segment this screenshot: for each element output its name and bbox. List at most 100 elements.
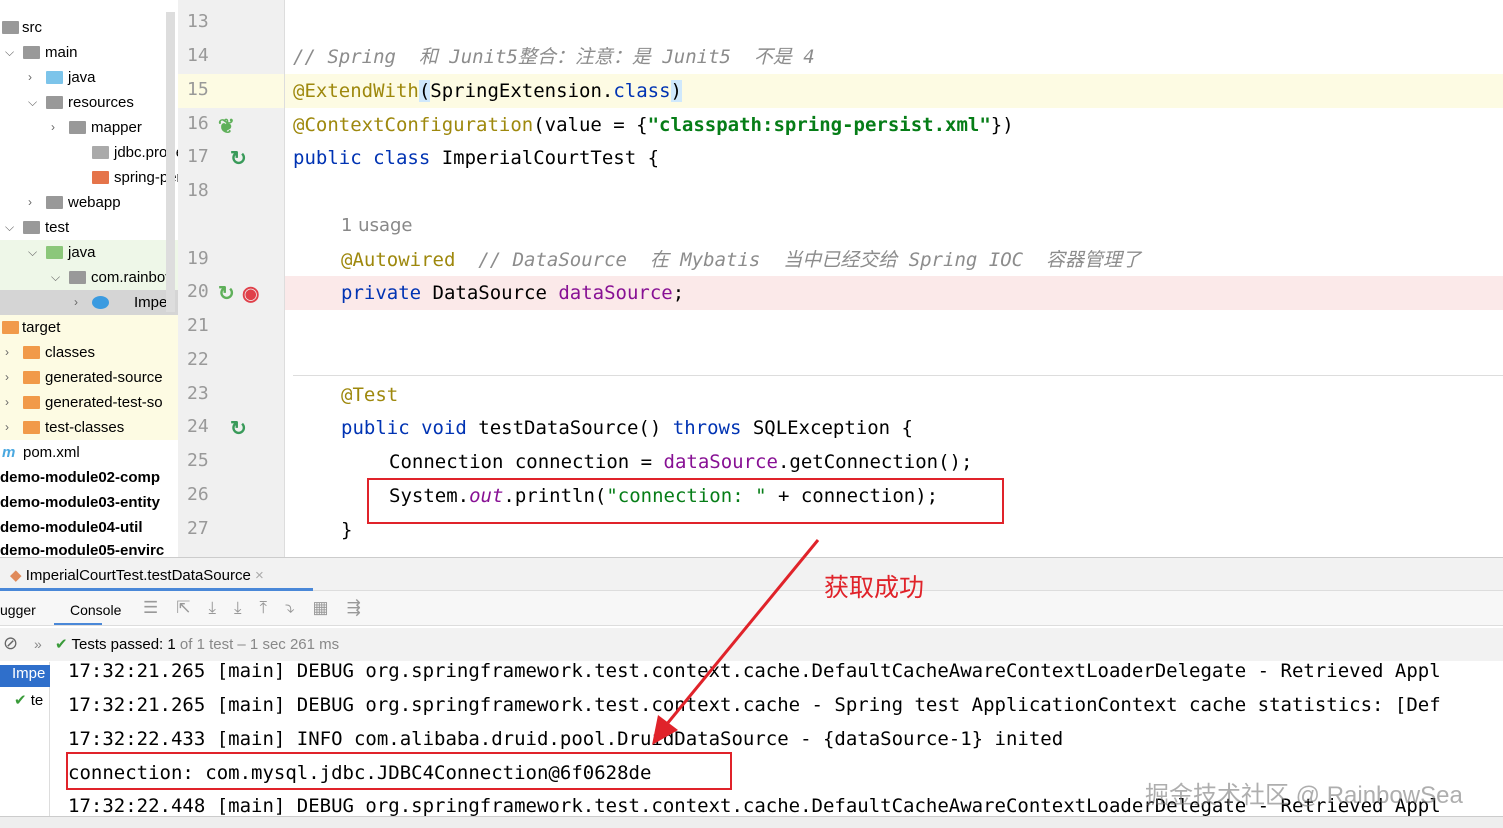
tree-item[interactable]: ⌵ resources [0,90,178,115]
code-line-20: private DataSource dataSource; [341,282,685,304]
tree-item[interactable]: › generated-source [0,365,178,390]
tree-item[interactable]: › test-classes [0,415,178,440]
tree-item-label: classes [45,344,96,361]
tree-item[interactable]: m pom.xml [0,440,178,465]
line-number[interactable]: 24 [187,416,209,437]
chevron-down-icon[interactable]: ⌵ [51,265,63,290]
close-tab-icon[interactable]: × [255,567,264,584]
navigate-icon[interactable]: ↻ [218,281,235,306]
watermark: 掘金技术社区 @ RainbowSea [1145,782,1463,809]
tree-item[interactable]: › java [0,65,178,90]
folder-icon [46,196,63,209]
code-line-24: public void testDataSource() throws SQLE… [341,417,913,439]
tree-item-label: main [45,44,78,61]
line-number[interactable]: 22 [187,349,209,370]
line-number[interactable]: 18 [187,180,209,201]
tree-item[interactable]: demo-module05-envirc [0,538,178,557]
tree-item[interactable]: ⌵ test [0,215,178,240]
tree-item[interactable]: ⌵ main [0,40,178,65]
folder-icon [23,221,40,234]
line-number[interactable]: 27 [187,518,209,539]
tree-item-label: target [22,319,61,336]
tree-item-label: com.rainbov [91,269,173,286]
tab-console[interactable]: Console [70,602,121,618]
stop-icon[interactable]: ⊘ [3,633,18,654]
expand-icon[interactable]: » [34,636,42,652]
line-number[interactable]: 26 [187,484,209,505]
code-line-27: } [341,519,353,541]
project-tree[interactable]: demo-module01-web src ⌵ main › java ⌵ resources… [0,0,178,557]
tree-item[interactable]: ⌵ java [0,240,178,265]
chevron-right-icon[interactable]: › [51,115,63,140]
line-number[interactable]: 25 [187,450,209,471]
folder-icon [69,271,86,284]
folder-icon [23,46,40,59]
chevron-right-icon[interactable]: › [5,365,17,390]
folder-icon [23,346,40,359]
tree-item[interactable]: › generated-test-so [0,390,178,415]
tree-item[interactable]: demo-module04-util [0,515,178,540]
tree-item-label: test [45,219,70,236]
chevron-right-icon[interactable]: › [28,190,40,215]
chevron-right-icon[interactable]: › [74,290,86,315]
chevron-down-icon[interactable]: ⌵ [5,215,17,240]
tree-item[interactable]: › classes [0,340,178,365]
line-number[interactable]: 17 [187,146,209,167]
tree-item[interactable]: jdbc.proper [0,140,178,165]
line-number[interactable]: 21 [187,315,209,336]
highlight-box-println [367,478,1004,524]
tree-item-label: webapp [68,194,121,211]
tree-item-label: java [68,69,96,86]
run-tab[interactable]: ◆ ImperialCourtTest.testDataSource × [10,566,264,584]
tree-item[interactable]: ⌵ com.rainbov [0,265,178,290]
chevron-right-icon[interactable]: › [5,340,17,365]
line-number[interactable]: 19 [187,248,209,269]
chevron-right-icon[interactable]: › [5,415,17,440]
toolbar-icons[interactable]: ☰⇱⤓⤓⤒⤵▦⇶ [143,598,379,618]
spring-bean-icon[interactable]: ❦ [218,114,235,139]
folder-icon [23,421,40,434]
tree-item-label: demo-module04-util [0,519,143,536]
tree-item-label: demo-module03-entity [0,494,161,511]
tree-item[interactable]: › mapper [0,115,178,140]
editor-gutter: 13 14 15 16 17 18 19 20 21 22 23 24 25 26 27 ❦ ↻ ↻ ◉ ↻ [178,0,285,557]
console-tab-indicator [54,623,102,625]
test-tree-item-class[interactable]: Impe [0,665,50,687]
line-number[interactable]: 20 [187,281,209,302]
chevron-right-icon[interactable]: › [5,390,17,415]
tree-scrollbar[interactable] [166,12,175,312]
code-editor[interactable]: // Spring 和 Junit5整合：注意：是 Junit5 不是 4 @E… [285,0,1503,557]
tree-item[interactable]: › Imperi [0,290,178,315]
tree-item[interactable]: target [0,315,178,340]
breakpoint-watch-icon[interactable]: ◉ [242,281,259,306]
method-separator [293,375,1503,376]
chevron-down-icon[interactable]: ⌵ [28,90,40,115]
tree-item[interactable]: demo-module02-comp [0,465,178,490]
run-test-icon[interactable]: ↻ [230,146,247,171]
chevron-down-icon[interactable]: ⌵ [5,40,17,65]
line-number[interactable]: 16 [187,113,209,134]
tab-debugger[interactable]: ugger [0,602,36,618]
line-number[interactable]: 13 [187,11,209,32]
status-strip [0,816,1503,828]
code-line-16: @ContextConfiguration(value = {"classpat… [293,114,1014,136]
line-number[interactable]: 14 [187,45,209,66]
tree-item-label: generated-test-so [45,394,163,411]
test-tree-item-method[interactable]: ✔ te [14,691,43,709]
tree-item[interactable]: src [0,15,178,40]
line-number[interactable]: 15 [187,79,209,100]
usage-hint[interactable]: 1 usage [341,214,413,238]
highlight-box-connection [66,752,732,790]
run-test-icon[interactable]: ↻ [230,416,247,441]
tree-item[interactable]: demo-module01-web [0,0,178,4]
folder-icon [23,396,40,409]
chevron-right-icon[interactable]: › [28,65,40,90]
console-line: 17:32:22.433 [main] INFO com.alibaba.dru… [68,728,1064,750]
tree-item[interactable]: demo-module03-entity [0,490,178,515]
chevron-down-icon[interactable]: ⌵ [28,240,40,265]
tree-item-label: src [22,19,42,36]
line-number[interactable]: 23 [187,383,209,404]
tree-item[interactable]: › webapp [0,190,178,215]
tree-item[interactable]: spring-persi [0,165,178,190]
code-line-23: @Test [341,384,399,406]
